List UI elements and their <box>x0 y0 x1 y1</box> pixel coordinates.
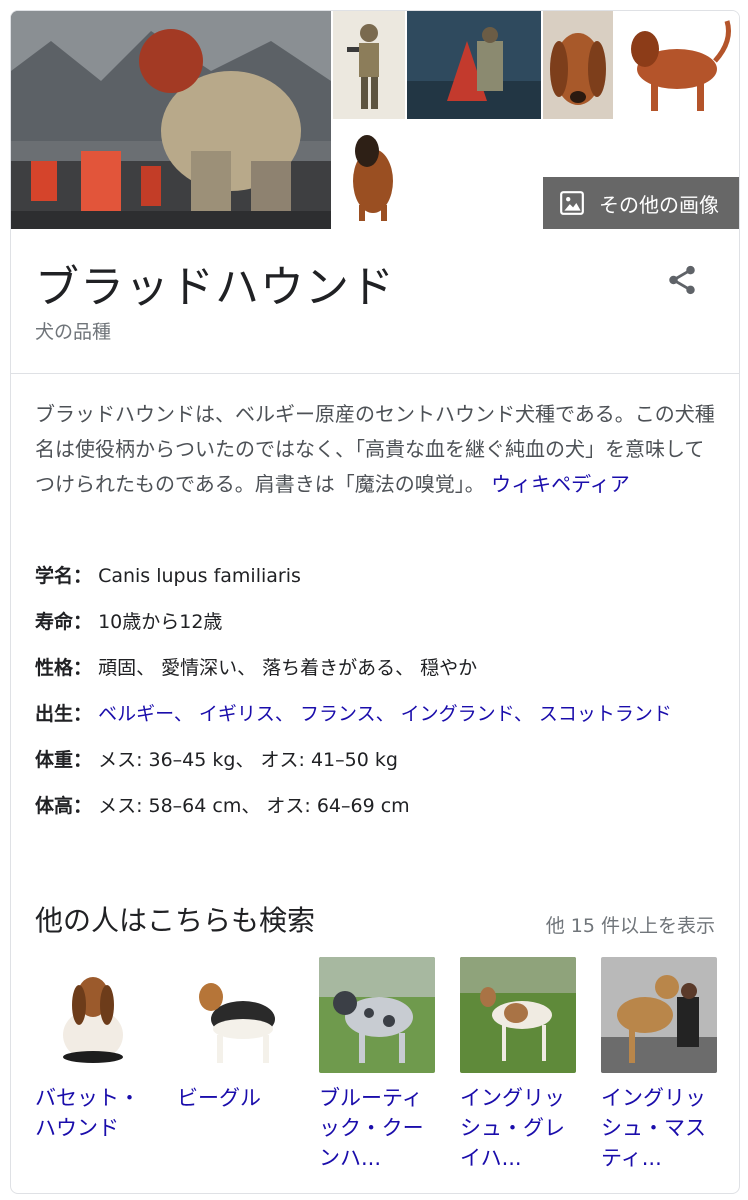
thumbnail <box>460 957 576 1073</box>
fact-weight: 体重： メス: 36–45 kg、 オス: 41–50 kg <box>35 743 725 777</box>
related-label: イングリッシュ・グレイハ... <box>460 1086 565 1170</box>
thumbnail <box>319 957 435 1073</box>
divider <box>11 373 739 374</box>
fact-height: 体高： メス: 58–64 cm、 オス: 64–69 cm <box>35 789 725 823</box>
fact-lifespan: 寿命： 10歳から12歳 <box>35 605 725 639</box>
also-search-title: 他の人はこちらも検索 <box>35 904 316 937</box>
fact-label: 出生： <box>35 703 93 725</box>
thumbnail <box>35 957 151 1073</box>
entity-subtitle: 犬の品種 <box>35 321 112 343</box>
fact-value: Canis lupus familiaris <box>98 565 301 587</box>
more-images-label: その他の画像 <box>599 192 719 217</box>
image-bloodhound-face[interactable] <box>543 11 613 119</box>
knowledge-panel: その他の画像 ブラッドハウンド 犬の品種 ブラッドハウンドは、ベルギー原産のセン… <box>10 10 740 1194</box>
more-images-button[interactable]: その他の画像 <box>543 177 739 229</box>
fact-label: 学名： <box>35 565 93 587</box>
fact-value: 頑固、 愛情深い、 落ち着きがある、 穏やか <box>98 657 478 679</box>
related-bluetick-coonhound[interactable]: ブルーティック・クーンハ... <box>319 957 437 1173</box>
related-basset-hound[interactable]: バセット・ハウンド <box>35 957 153 1143</box>
image-bloodhound-sitting[interactable] <box>333 121 413 227</box>
entity-title: ブラッドハウンド <box>35 262 395 313</box>
fact-label: 体高： <box>35 795 93 817</box>
fact-label: 体重： <box>35 749 93 771</box>
related-label: ビーグル <box>177 1086 261 1110</box>
wikipedia-link[interactable]: ウィキペディア <box>491 472 630 496</box>
related-label: イングリッシュ・マスティ... <box>601 1086 706 1170</box>
facts-list: 学名： Canis lupus familiaris 寿命： 10歳から12歳 … <box>35 559 725 835</box>
fact-value: メス: 36–45 kg、 オス: 41–50 kg <box>98 749 398 771</box>
fact-value-links[interactable]: ベルギー、 イギリス、 フランス、 イングランド、 スコットランド <box>98 703 672 725</box>
image-icon <box>560 191 584 215</box>
thumbnail <box>601 957 717 1073</box>
related-label: ブルーティック・クーンハ... <box>319 1086 424 1170</box>
fact-temperament: 性格： 頑固、 愛情深い、 落ち着きがある、 穏やか <box>35 651 725 685</box>
share-icon[interactable] <box>665 261 699 299</box>
related-english-mastiff[interactable]: イングリッシュ・マスティ... <box>601 957 719 1173</box>
fact-value: 10歳から12歳 <box>98 611 223 633</box>
image-bloodhound-side[interactable] <box>615 11 739 119</box>
fact-label: 寿命： <box>35 611 93 633</box>
related-english-greyhound[interactable]: イングリッシュ・グレイハ... <box>460 957 578 1173</box>
related-label: バセット・ハウンド <box>35 1086 140 1140</box>
hero-image-game-character[interactable] <box>11 11 331 229</box>
image-character-standing[interactable] <box>333 11 405 119</box>
image-game-screen[interactable] <box>407 11 541 119</box>
description: ブラッドハウンドは、ベルギー原産のセントハウンド犬種である。この犬種名は使役柄か… <box>35 397 715 502</box>
thumbnail <box>177 957 293 1073</box>
fact-origin: 出生： ベルギー、 イギリス、 フランス、 イングランド、 スコットランド <box>35 697 725 731</box>
show-more-link[interactable]: 他 15 件以上を表示 <box>546 911 715 938</box>
fact-scientific-name: 学名： Canis lupus familiaris <box>35 559 725 593</box>
fact-label: 性格： <box>35 657 93 679</box>
related-beagle[interactable]: ビーグル <box>177 957 295 1113</box>
fact-value: メス: 58–64 cm、 オス: 64–69 cm <box>98 795 410 817</box>
